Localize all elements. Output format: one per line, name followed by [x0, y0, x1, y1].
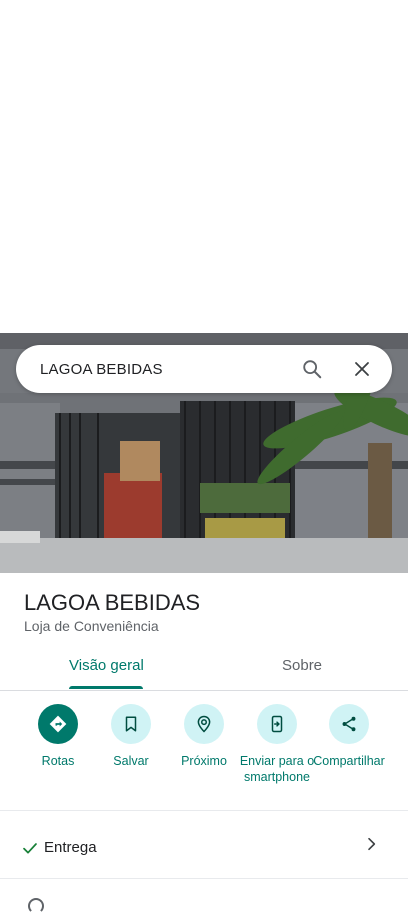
send-to-phone-button[interactable]: Enviar para o smartphone — [237, 704, 317, 785]
delivery-row[interactable]: Entrega — [0, 830, 408, 866]
save-label: Salvar — [113, 754, 149, 768]
tab-about[interactable]: Sobre — [282, 657, 322, 674]
tab-overview[interactable]: Visão geral — [69, 657, 144, 674]
divider — [0, 878, 408, 879]
chevron-right-icon[interactable] — [363, 836, 379, 857]
search-bar[interactable]: LAGOA BEBIDAS — [16, 345, 392, 393]
nearby-label: Próximo — [181, 754, 227, 768]
share-icon — [329, 704, 369, 744]
nearby-icon — [184, 704, 224, 744]
tab-bar: Visão geral Sobre — [0, 646, 408, 691]
send-to-phone-icon — [257, 704, 297, 744]
place-title: LAGOA BEBIDAS — [24, 590, 201, 615]
delivery-label: Entrega — [44, 839, 97, 856]
close-icon[interactable] — [350, 357, 374, 381]
search-query[interactable]: LAGOA BEBIDAS — [40, 361, 300, 378]
action-bar: Rotas Salvar Próximo Enviar para o smart… — [0, 704, 408, 810]
place-category: Loja de Conveniência — [24, 618, 159, 634]
search-icon[interactable] — [300, 357, 324, 381]
tab-indicator — [69, 686, 143, 689]
save-button[interactable]: Salvar — [91, 704, 171, 769]
directions-button[interactable]: Rotas — [18, 704, 98, 769]
send-to-phone-label: Enviar para o smartphone — [239, 754, 315, 784]
divider — [0, 810, 408, 811]
nearby-button[interactable]: Próximo — [164, 704, 244, 769]
check-icon — [22, 840, 38, 861]
share-label: Compartilhar — [313, 754, 385, 768]
share-button[interactable]: Compartilhar — [309, 704, 389, 769]
directions-icon — [38, 704, 78, 744]
directions-label: Rotas — [41, 754, 75, 768]
bookmark-icon — [111, 704, 151, 744]
next-row-icon — [28, 898, 44, 914]
